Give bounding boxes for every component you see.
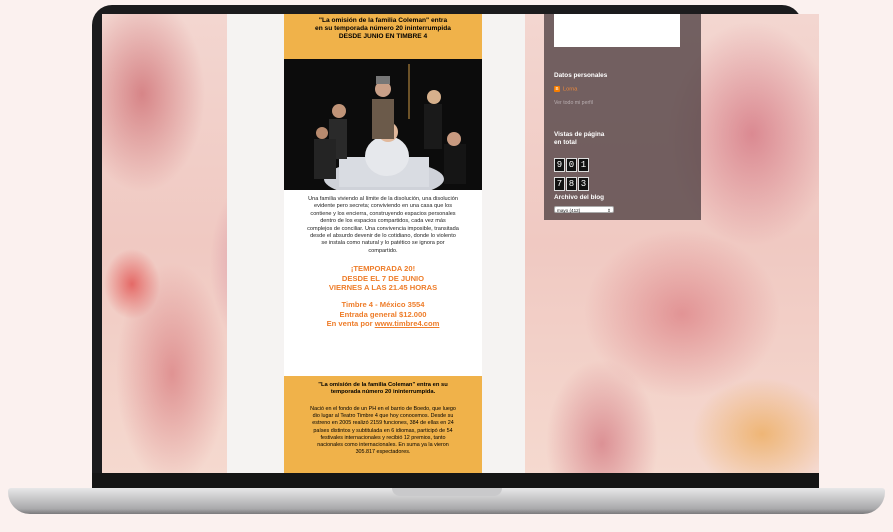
view-profile-link[interactable]: Ver todo mi perfil [554, 100, 593, 106]
history-text: Nació en el fondo de un PH en el barrio … [284, 396, 482, 456]
play-photo-image [284, 59, 482, 190]
post-header-line: "La omisión de la familia Coleman" entra [318, 17, 448, 24]
history-title-line: temporada número 20 ininterrumpida. [330, 389, 436, 395]
description-line: evidente pero secreta; conviviendo en un… [313, 203, 453, 210]
history-title: "La omisión de la familia Coleman" entra… [284, 376, 482, 396]
description-line: dentro de los espacios compartidos, cada… [320, 218, 446, 225]
timbre4-link[interactable]: www.timbre4.com [375, 319, 440, 328]
counter-digit: 7 [554, 177, 565, 191]
venue-info: Timbre 4 - México 3554 Entrada general $… [284, 300, 482, 328]
history-line: 305.817 espectadores. [355, 449, 411, 456]
browser-screen: "La omisión de la familia Coleman" entra… [102, 14, 819, 473]
profile-name-link[interactable]: B Lorna [554, 86, 577, 92]
description-line: complejos de conciliar. Una convivencia … [307, 225, 459, 232]
chevron-updown-icon: ⇕ [607, 208, 611, 213]
ticket-price: Entrada general $12.000 [339, 309, 427, 319]
archive-heading: Archivo del blog [554, 194, 605, 201]
pageview-counter: 901 783 [554, 154, 614, 192]
play-photo [284, 59, 482, 190]
pageviews-heading-line: en total [554, 138, 577, 146]
profile-name: Lorna [563, 86, 578, 93]
counter-digit: 8 [566, 177, 577, 191]
venue-address: Timbre 4 - México 3554 [341, 300, 425, 310]
counter-digit: 3 [578, 177, 589, 191]
history-line: nacionales como internacionales. En suma… [317, 442, 449, 449]
history-line: países distintos y subtitulada en 6 idio… [313, 427, 453, 434]
description-line: Una familia viviendo al límite de la dis… [308, 196, 458, 202]
archive-select[interactable]: mayo (412) ⇕ [554, 206, 614, 213]
history-line: Nació en el fondo de un PH en el barrio … [310, 406, 456, 412]
counter-digit: 9 [554, 158, 565, 172]
profile-heading: Datos personales [554, 72, 608, 79]
counter-digit: 1 [578, 158, 589, 172]
counter-digit: 0 [566, 158, 577, 172]
blogger-icon: B [554, 86, 560, 92]
pageviews-heading-line: Vistas de página [554, 131, 605, 138]
history-line: festivales internacionales y recibió 12 … [320, 434, 446, 441]
laptop-notch [392, 488, 502, 496]
season-line: ¡TEMPORADA 20! [350, 264, 416, 274]
blog-content-column: "La omisión de la familia Coleman" entra… [227, 14, 525, 473]
description-line: contiene y los encierra, construyendo es… [310, 210, 456, 217]
pageviews-heading: Vistas de página en total [554, 131, 604, 146]
season-line: DESDE EL 7 DE JUNIO [341, 273, 425, 283]
history-box: "La omisión de la familia Coleman" entra… [284, 376, 482, 473]
season-info: ¡TEMPORADA 20! DESDE EL 7 DE JUNIO VIERN… [284, 264, 482, 292]
sidebar-white-widget [554, 14, 680, 47]
post-header-banner: "La omisión de la familia Coleman" entra… [284, 14, 482, 59]
sale-prefix: En venta por [326, 319, 375, 329]
season-line: VIERNES A LAS 21.45 HORAS [328, 283, 438, 293]
post-body: Una familia viviendo al límite de la dis… [284, 190, 482, 376]
history-line: dio lugar al Teatro Timbre 4 que hoy con… [312, 413, 454, 420]
description-line: desde el absurdo devenir de lo cotidiano… [310, 233, 456, 240]
description-line: se instala como natural y lo patético se… [321, 240, 445, 247]
blog-sidebar: Datos personales B Lorna Ver todo mi perf… [544, 14, 701, 220]
post-description: Una familia viviendo al límite de la dis… [284, 190, 482, 255]
post-header-line: en su temporada número 20 ininterrumpida [315, 25, 451, 33]
archive-selected-value: mayo (412) [557, 208, 581, 213]
description-line: compartido. [368, 247, 398, 254]
post-header-line: DESDE JUNIO EN TIMBRE 4 [338, 33, 428, 41]
history-title-line: "La omisión de la familia Coleman" entra… [318, 382, 448, 388]
ticket-sale-line: En venta por www.timbre4.com [284, 319, 482, 328]
history-line: estreno en 2005 realizó 2159 funciones, … [312, 420, 454, 427]
